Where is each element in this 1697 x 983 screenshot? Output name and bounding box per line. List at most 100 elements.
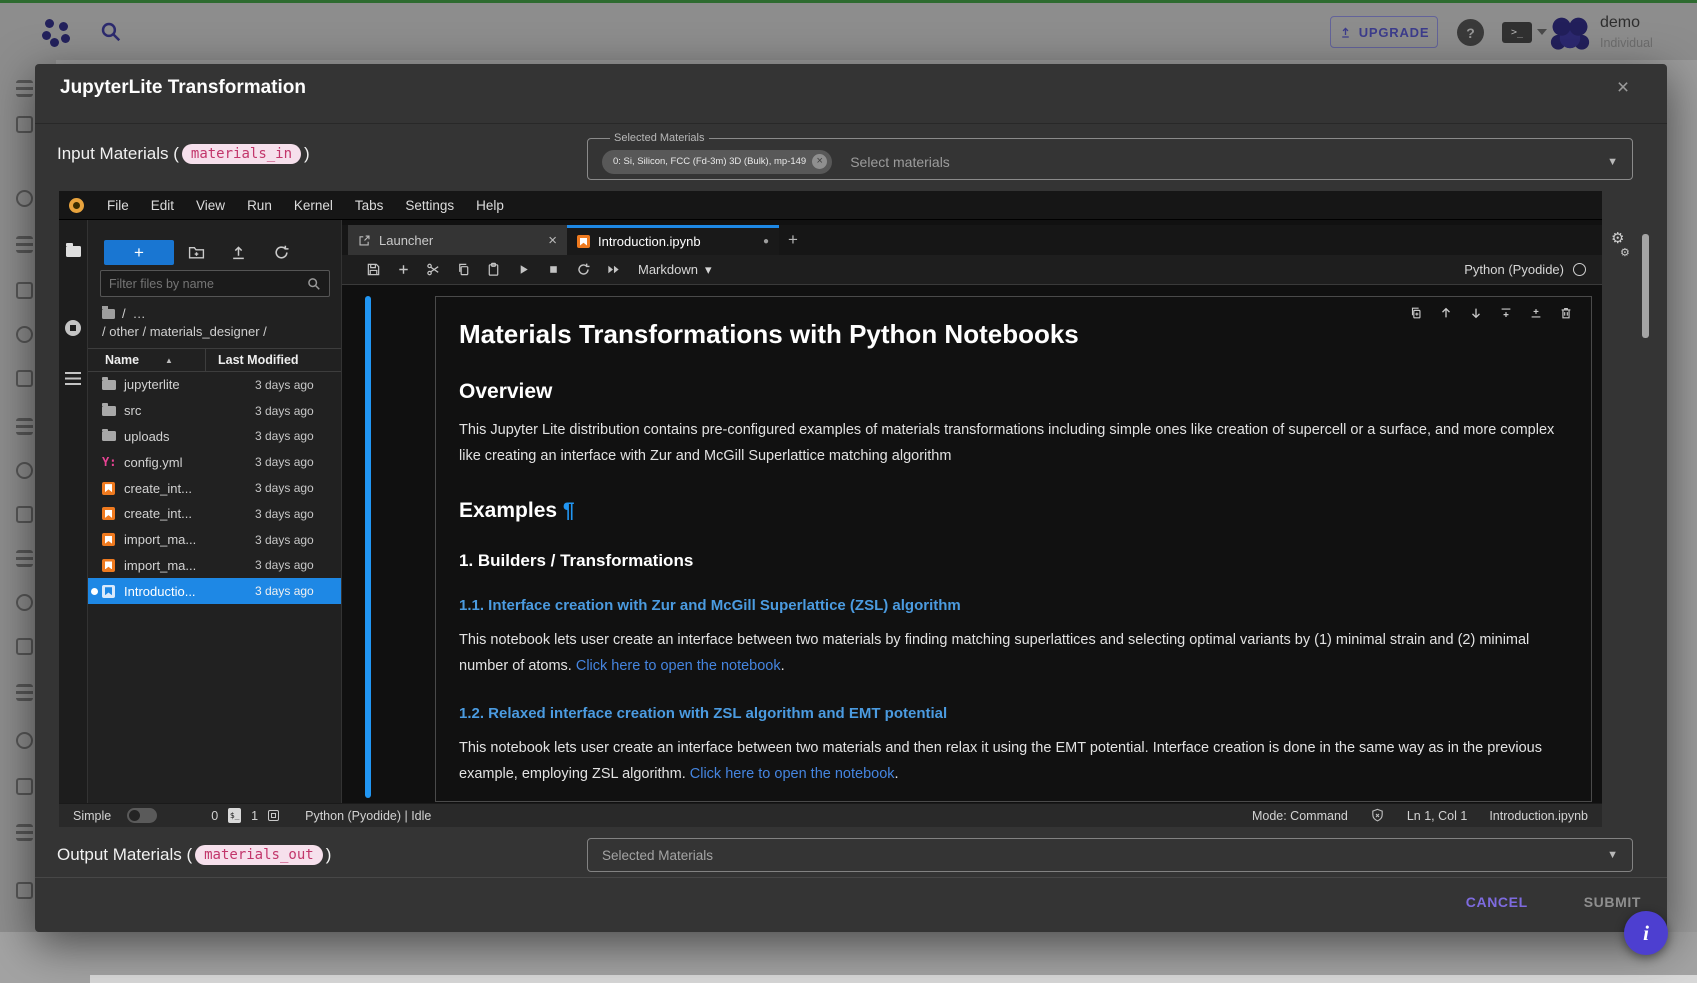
active-cell-bar[interactable] (365, 296, 371, 798)
app-rail-icon[interactable] (16, 418, 33, 435)
app-rail-icon[interactable] (16, 594, 33, 611)
app-rail-icon[interactable] (16, 684, 33, 701)
app-rail-icon[interactable] (16, 638, 33, 655)
settings-gears-icon[interactable]: ⚙ ⚙ (1611, 232, 1630, 260)
column-last-modified[interactable]: Last Modified (205, 349, 341, 371)
add-cell-icon[interactable] (388, 262, 418, 277)
menu-kernel[interactable]: Kernel (283, 198, 344, 213)
info-fab-button[interactable]: i (1624, 911, 1668, 955)
filter-files-field[interactable] (100, 270, 330, 297)
menu-settings[interactable]: Settings (394, 198, 465, 213)
app-logo-icon[interactable] (42, 19, 72, 47)
refresh-icon[interactable] (273, 244, 290, 261)
file-row[interactable]: import_ma... 3 days ago (88, 553, 341, 579)
app-rail-icon[interactable] (16, 732, 33, 749)
column-name[interactable]: Name ▲ (88, 353, 205, 367)
paste-cells-icon[interactable] (478, 262, 508, 277)
selected-material-chip[interactable]: 0: Si, Silicon, FCC (Fd-3m) 3D (Bulk), m… (602, 150, 832, 174)
kernel-indicator[interactable]: Python (Pyodide) (1464, 262, 1586, 277)
running-kernels-icon[interactable] (65, 320, 81, 336)
app-rail-icon[interactable] (16, 778, 33, 795)
chevron-down-icon[interactable]: ▼ (1607, 156, 1618, 168)
terminal-menu-button[interactable]: >_ (1502, 22, 1532, 43)
move-cell-up-icon[interactable] (1439, 306, 1453, 320)
markdown-cell[interactable]: Materials Transformations with Python No… (435, 296, 1592, 802)
close-icon[interactable]: × (1610, 75, 1636, 101)
app-rail-icon[interactable] (16, 882, 33, 899)
breadcrumb-root[interactable]: / (122, 306, 126, 321)
cut-cells-icon[interactable] (418, 262, 448, 277)
home-folder-icon[interactable] (102, 309, 115, 319)
kernel-count-icon[interactable] (268, 810, 279, 821)
restart-kernel-icon[interactable] (568, 262, 598, 277)
cursor-position-label[interactable]: Ln 1, Col 1 (1407, 809, 1467, 823)
app-rail-icon[interactable] (16, 506, 33, 523)
output-materials-select[interactable]: Selected Materials ▼ (587, 838, 1633, 872)
breadcrumb-ellipsis[interactable]: … (133, 306, 146, 321)
insert-cell-above-icon[interactable] (1499, 306, 1513, 320)
nb-section12-link-heading[interactable]: 1.2. Relaxed interface creation with ZSL… (459, 705, 1571, 722)
file-row[interactable]: src 3 days ago (88, 398, 341, 424)
duplicate-cell-icon[interactable] (1409, 306, 1423, 320)
filter-files-input[interactable] (101, 277, 307, 291)
menu-view[interactable]: View (185, 198, 236, 213)
terminal-count-icon[interactable]: $_ (228, 808, 241, 823)
menu-help[interactable]: Help (465, 198, 515, 213)
app-rail-icon[interactable] (16, 550, 33, 567)
anchor-pilcrow[interactable]: ¶ (563, 499, 575, 522)
help-button[interactable]: ? (1457, 19, 1484, 46)
menu-run[interactable]: Run (236, 198, 283, 213)
input-materials-select[interactable]: Selected Materials 0: Si, Silicon, FCC (… (587, 132, 1633, 180)
file-browser-icon[interactable] (66, 246, 81, 257)
terminal-caret-icon[interactable] (1537, 29, 1547, 35)
file-row-selected[interactable]: Introductio... 3 days ago (88, 578, 341, 604)
new-folder-icon[interactable] (188, 244, 205, 261)
save-icon[interactable] (358, 262, 388, 277)
file-row[interactable]: jupyterlite 3 days ago (88, 372, 341, 398)
app-rail-icon[interactable] (16, 370, 33, 387)
app-rail-icon[interactable] (16, 462, 33, 479)
app-rail-icon[interactable] (16, 190, 33, 207)
tab-launcher[interactable]: Launcher × (348, 225, 567, 255)
open-notebook-link[interactable]: Click here to open the notebook (576, 658, 781, 674)
copy-cells-icon[interactable] (448, 262, 478, 277)
run-cell-icon[interactable] (508, 262, 538, 277)
menu-tabs[interactable]: Tabs (344, 198, 395, 213)
file-row[interactable]: create_int... 3 days ago (88, 475, 341, 501)
tab-introduction-notebook[interactable]: Introduction.ipynb ● (567, 225, 779, 255)
simple-mode-toggle[interactable] (127, 808, 157, 823)
dialog-scrollbar[interactable] (1642, 234, 1649, 338)
app-rail-icon[interactable] (16, 282, 33, 299)
file-row[interactable]: Y: config.yml 3 days ago (88, 449, 341, 475)
breadcrumb-path[interactable]: / other / materials_designer / (102, 324, 267, 339)
move-cell-down-icon[interactable] (1469, 306, 1483, 320)
delete-cell-icon[interactable] (1559, 306, 1573, 320)
new-launcher-button[interactable]: + (104, 240, 174, 265)
search-icon[interactable] (100, 21, 122, 43)
tab-close-icon[interactable]: × (548, 232, 557, 249)
cancel-button[interactable]: CANCEL (1460, 886, 1534, 918)
menu-file[interactable]: File (96, 198, 140, 213)
nb-section11-link-heading[interactable]: 1.1. Interface creation with Zur and McG… (459, 597, 1571, 614)
upgrade-button[interactable]: UPGRADE (1330, 16, 1438, 48)
app-rail-icon[interactable] (16, 236, 33, 253)
stop-kernel-icon[interactable] (538, 262, 568, 277)
app-rail-icon[interactable] (16, 80, 33, 97)
insert-cell-below-icon[interactable] (1529, 306, 1543, 320)
kernel-state-label[interactable]: Python (Pyodide) | Idle (305, 809, 431, 823)
new-tab-button[interactable]: + (779, 225, 807, 255)
cell-type-dropdown[interactable]: Markdown ▾ (638, 262, 712, 278)
restart-run-all-icon[interactable] (598, 262, 628, 277)
trust-shield-icon[interactable] (1370, 808, 1385, 823)
app-rail-icon[interactable] (16, 824, 33, 841)
app-rail-icon[interactable] (16, 116, 33, 133)
file-row[interactable]: uploads 3 days ago (88, 424, 341, 450)
chip-remove-icon[interactable]: × (812, 154, 827, 169)
app-rail-icon[interactable] (16, 326, 33, 343)
file-row[interactable]: import_ma... 3 days ago (88, 527, 341, 553)
upload-icon[interactable] (230, 244, 247, 261)
table-of-contents-icon[interactable] (65, 372, 81, 385)
file-row[interactable]: create_int... 3 days ago (88, 501, 341, 527)
user-avatar[interactable] (1549, 12, 1591, 54)
menu-edit[interactable]: Edit (140, 198, 185, 213)
